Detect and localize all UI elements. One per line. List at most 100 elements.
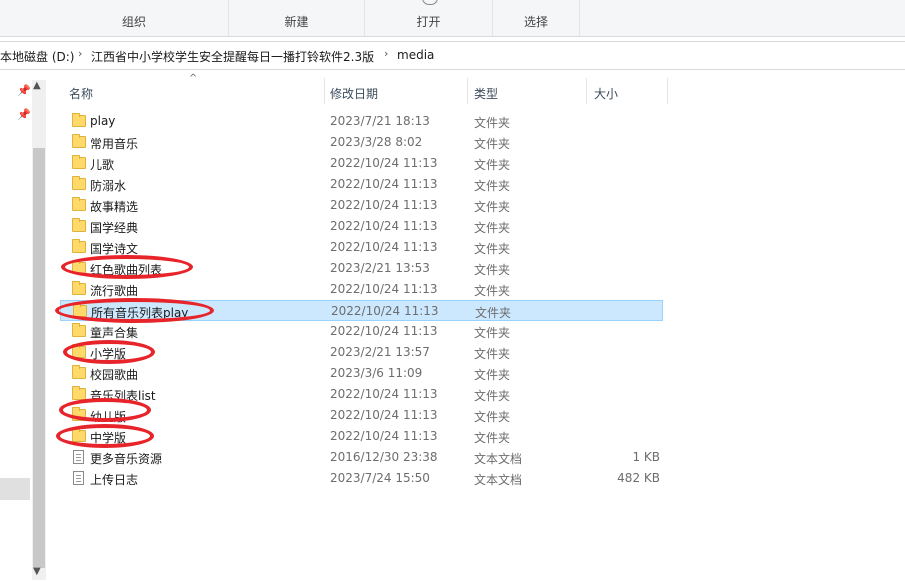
- file-name: 常用音乐: [90, 137, 139, 151]
- file-row[interactable]: 常用音乐 2023/3/28 8:02 文件夹: [60, 132, 663, 153]
- ribbon: 组织 新建 打开 选择: [0, 0, 905, 37]
- file-name: 中学版: [90, 431, 127, 445]
- ribbon-group-label: 组织: [121, 15, 146, 29]
- file-date: 2016/12/30 23:38: [330, 450, 438, 464]
- folder-icon: [72, 260, 86, 274]
- file-size: 1 KB: [632, 450, 660, 464]
- column-header-label: 类型: [474, 87, 499, 101]
- file-row[interactable]: 儿歌 2022/10/24 11:13 文件夹: [60, 153, 663, 174]
- file-name: 国学经典: [90, 221, 139, 235]
- file-type: 文件夹: [474, 263, 511, 277]
- folder-icon: [72, 176, 86, 190]
- scroll-down-icon[interactable]: ▼: [33, 566, 41, 577]
- file-date: 2023/7/24 15:50: [330, 471, 430, 485]
- file-date: 2022/10/24 11:13: [330, 240, 438, 254]
- nav-selected-item[interactable]: [0, 478, 30, 500]
- file-row[interactable]: 防溺水 2022/10/24 11:13 文件夹: [60, 174, 663, 195]
- file-date: 2022/10/24 11:13: [331, 304, 439, 318]
- file-date: 2022/10/24 11:13: [330, 429, 438, 443]
- ribbon-group-open[interactable]: 打开: [365, 0, 493, 36]
- open-icon: [421, 0, 438, 5]
- folder-icon: [72, 281, 86, 295]
- file-date: 2023/3/6 11:09: [330, 366, 423, 380]
- file-type: 文件夹: [474, 200, 511, 214]
- file-date: 2022/10/24 11:13: [330, 282, 438, 296]
- file-type: 文本文档: [474, 452, 523, 466]
- file-type: 文件夹: [474, 284, 511, 298]
- file-row[interactable]: 故事精选 2022/10/24 11:13 文件夹: [60, 195, 663, 216]
- file-date: 2022/10/24 11:13: [330, 324, 438, 338]
- file-date: 2022/10/24 11:13: [330, 156, 438, 170]
- file-name: 上传日志: [90, 473, 139, 487]
- file-name: 防溺水: [90, 179, 127, 193]
- file-type: 文件夹: [474, 179, 511, 193]
- file-name: 小学版: [90, 347, 127, 361]
- file-row[interactable]: 音乐列表list 2022/10/24 11:13 文件夹: [60, 384, 663, 405]
- folder-icon: [72, 386, 86, 400]
- file-size: 482 KB: [617, 471, 660, 485]
- scroll-up-icon[interactable]: ▲: [33, 80, 41, 91]
- column-header-label: 大小: [594, 87, 619, 101]
- file-name: 校园歌曲: [90, 368, 139, 382]
- breadcrumb-separator-icon[interactable]: ›: [78, 47, 82, 60]
- folder-icon: [72, 323, 86, 337]
- file-date: 2023/3/28 8:02: [330, 135, 423, 149]
- folder-icon: [72, 218, 86, 232]
- address-bar[interactable]: 本地磁盘 (D:) › 江西省中小学校学生安全提醒每日一播打铃软件2.3版 › …: [0, 41, 905, 70]
- file-type: 文件夹: [474, 158, 511, 172]
- pin-icon: 📌: [17, 108, 31, 121]
- file-date: 2023/2/21 13:57: [330, 345, 430, 359]
- folder-icon: [72, 344, 86, 358]
- ribbon-group-new[interactable]: 新建: [229, 0, 365, 36]
- nav-scrollbar-thumb[interactable]: [33, 148, 45, 568]
- breadcrumb-software-folder[interactable]: 江西省中小学校学生安全提醒每日一播打铃软件2.3版: [91, 48, 374, 65]
- text-document-icon: [73, 471, 84, 485]
- file-row[interactable]: 国学经典 2022/10/24 11:13 文件夹: [60, 216, 663, 237]
- column-header-name[interactable]: 名称: [60, 80, 324, 104]
- navigation-pane: 📌 📌 ▲ ▼: [0, 72, 48, 581]
- folder-icon: [72, 113, 86, 127]
- folder-icon: [72, 197, 86, 211]
- file-type: 文件夹: [474, 242, 511, 256]
- file-type: 文件夹: [474, 326, 511, 340]
- file-row[interactable]: 所有音乐列表play 2022/10/24 11:13 文件夹: [60, 300, 663, 321]
- file-row[interactable]: 幼儿版 2022/10/24 11:13 文件夹: [60, 405, 663, 426]
- file-name: 国学诗文: [90, 242, 139, 256]
- pin-icon: 📌: [17, 84, 31, 97]
- file-type: 文件夹: [474, 368, 511, 382]
- file-row[interactable]: play 2023/7/21 18:13 文件夹: [60, 111, 663, 132]
- file-type: 文本文档: [474, 473, 523, 487]
- column-header-size[interactable]: 大小: [587, 80, 667, 104]
- breadcrumb-media[interactable]: media: [397, 48, 434, 62]
- ribbon-group-select[interactable]: 选择: [493, 0, 580, 36]
- file-row[interactable]: 校园歌曲 2023/3/6 11:09 文件夹: [60, 363, 663, 384]
- file-name: 所有音乐列表play: [91, 306, 189, 320]
- breadcrumb-separator-icon[interactable]: ›: [384, 47, 388, 60]
- file-row[interactable]: 流行歌曲 2022/10/24 11:13 文件夹: [60, 279, 663, 300]
- column-header-date[interactable]: 修改日期: [325, 80, 467, 104]
- file-row[interactable]: 小学版 2023/2/21 13:57 文件夹: [60, 342, 663, 363]
- file-type: 文件夹: [474, 347, 511, 361]
- file-type: 文件夹: [474, 221, 511, 235]
- file-row[interactable]: 国学诗文 2022/10/24 11:13 文件夹: [60, 237, 663, 258]
- column-divider[interactable]: [667, 78, 668, 104]
- file-row[interactable]: 上传日志 2023/7/24 15:50 文本文档 482 KB: [60, 468, 663, 489]
- file-date: 2023/7/21 18:13: [330, 114, 430, 128]
- file-row[interactable]: 红色歌曲列表 2023/2/21 13:53 文件夹: [60, 258, 663, 279]
- file-name: play: [90, 114, 116, 128]
- file-type: 文件夹: [474, 410, 511, 424]
- file-date: 2022/10/24 11:13: [330, 408, 438, 422]
- file-row[interactable]: 更多音乐资源 2016/12/30 23:38 文本文档 1 KB: [60, 447, 663, 468]
- breadcrumb-drive[interactable]: 本地磁盘 (D:): [0, 48, 74, 65]
- column-header-type[interactable]: 类型: [468, 80, 586, 104]
- file-name: 更多音乐资源: [90, 452, 163, 466]
- file-name: 儿歌: [90, 158, 115, 172]
- file-type: 文件夹: [474, 431, 511, 445]
- ribbon-group-organize[interactable]: 组织: [40, 0, 229, 36]
- ribbon-group-label: 新建: [284, 15, 309, 29]
- file-row[interactable]: 童声合集 2022/10/24 11:13 文件夹: [60, 321, 663, 342]
- file-type: 文件夹: [474, 389, 511, 403]
- column-header-label: 名称: [69, 87, 94, 101]
- file-name: 流行歌曲: [90, 284, 139, 298]
- file-row[interactable]: 中学版 2022/10/24 11:13 文件夹: [60, 426, 663, 447]
